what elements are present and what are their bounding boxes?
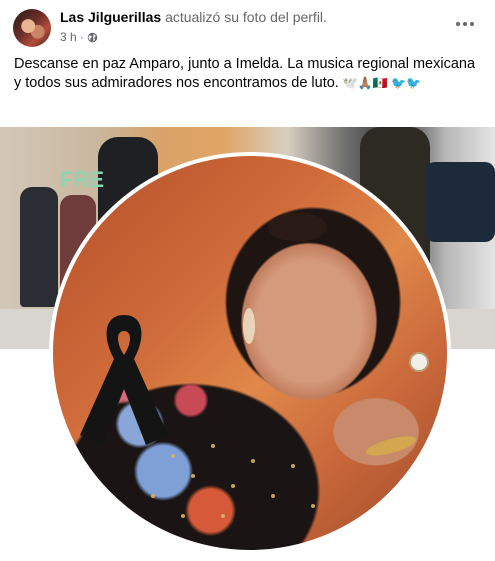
post-time[interactable]: 3 h: [60, 30, 77, 44]
meta-separator: ·: [79, 30, 84, 44]
post-meta: 3 h ·: [60, 30, 98, 44]
author-name[interactable]: Las Jilguerillas: [60, 9, 161, 25]
post-header: Las Jilguerillas actualizó su foto del p…: [0, 0, 495, 52]
dot: [463, 22, 467, 26]
caption-emojis: 🕊️🙏🏽🇲🇽 🐦🐦: [342, 76, 421, 90]
more-options-icon[interactable]: [453, 14, 477, 34]
post-action: actualizó su foto del perfil.: [165, 9, 327, 25]
author-line: Las Jilguerillas actualizó su foto del p…: [60, 9, 327, 25]
post-media[interactable]: FRE: [0, 127, 495, 557]
dot: [470, 22, 474, 26]
dot: [456, 22, 460, 26]
author-avatar[interactable]: [13, 9, 51, 47]
globe-icon[interactable]: [87, 32, 98, 43]
mourning-ribbon-icon: [80, 315, 168, 445]
post-caption: Descanse en paz Amparo, junto a Imelda. …: [14, 55, 484, 93]
